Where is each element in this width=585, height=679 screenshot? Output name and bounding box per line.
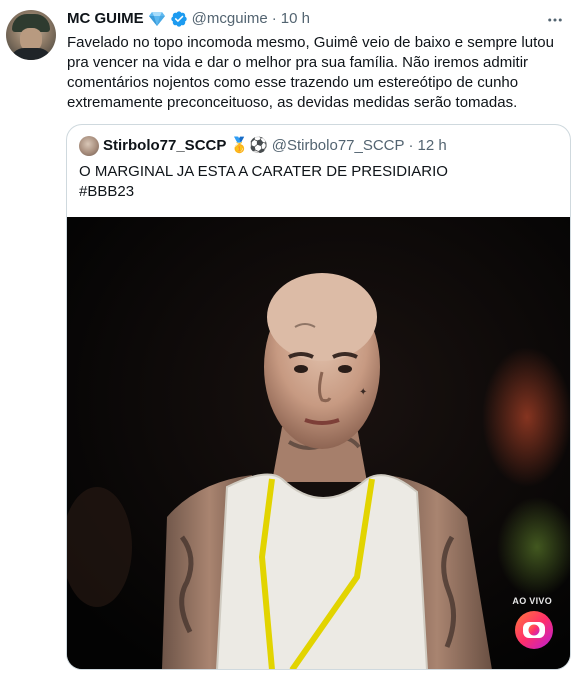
timestamp[interactable]: 10 h xyxy=(281,9,310,29)
quoted-avatar[interactable] xyxy=(79,136,99,156)
quoted-tweet[interactable]: Stirbolo77_SCCP 🥇⚽ @Stirbolo77_SCCP · 12… xyxy=(66,124,571,670)
quoted-handle[interactable]: @Stirbolo77_SCCP xyxy=(272,136,405,156)
globo-logo-icon xyxy=(514,610,554,650)
separator: · xyxy=(271,10,277,27)
quoted-tweet-header: Stirbolo77_SCCP 🥇⚽ @Stirbolo77_SCCP · 12… xyxy=(79,136,447,156)
gem-icon xyxy=(148,11,166,27)
avatar[interactable] xyxy=(6,10,56,60)
quoted-tweet-text: O MARGINAL JA ESTA A CARATER DE PRESIDIA… xyxy=(79,163,448,200)
tv-screen-photo: ✦ xyxy=(67,217,570,669)
quoted-separator: · xyxy=(408,137,414,154)
svg-text:✦: ✦ xyxy=(359,387,367,398)
quoted-display-name[interactable]: Stirbolo77_SCCP xyxy=(103,136,226,156)
more-horizontal-icon xyxy=(548,18,562,22)
tweet[interactable]: MC GUIME @mcguime · 10 h Favelado no top… xyxy=(0,0,585,679)
quoted-name-emojis: 🥇⚽ xyxy=(230,137,268,154)
quoted-media-photo[interactable]: ✦ AO VIVO xyxy=(67,217,570,669)
verified-badge-icon[interactable] xyxy=(170,10,188,28)
display-name[interactable]: MC GUIME xyxy=(67,9,144,29)
tweet-text: Favelado no topo incomoda mesmo, Guimê v… xyxy=(67,34,554,111)
more-options-button[interactable] xyxy=(543,8,567,32)
tweet-header: MC GUIME @mcguime · 10 h xyxy=(67,8,310,30)
handle[interactable]: @mcguime xyxy=(192,9,268,29)
live-badge: AO VIVO xyxy=(512,596,552,606)
quoted-timestamp[interactable]: 12 h xyxy=(418,136,447,156)
